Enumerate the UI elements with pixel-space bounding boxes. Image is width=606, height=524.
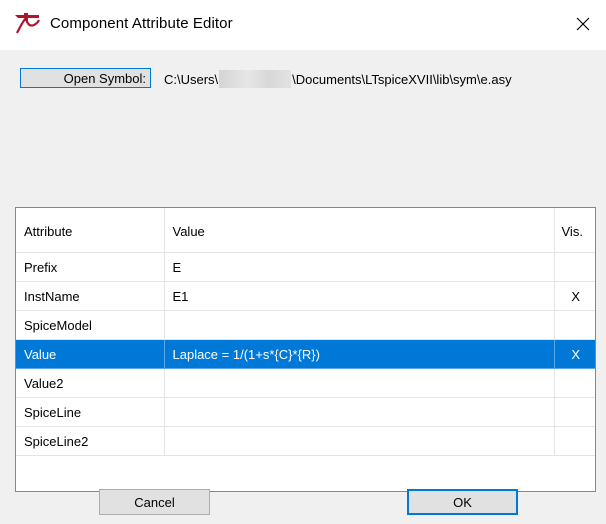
- attribute-cell[interactable]: Prefix: [16, 252, 165, 282]
- table-row[interactable]: SpiceLine: [16, 397, 595, 427]
- attribute-table: Attribute Value Vis. Prefix E InstName E…: [16, 208, 595, 456]
- value-cell[interactable]: [164, 397, 555, 427]
- attribute-cell[interactable]: SpiceModel: [16, 310, 165, 340]
- value-cell[interactable]: Laplace = 1/(1+s*{C}*{R}): [164, 339, 555, 369]
- column-header-vis[interactable]: Vis.: [554, 208, 595, 253]
- table-row[interactable]: SpiceLine2: [16, 426, 595, 456]
- symbol-path-prefix: C:\Users\: [164, 71, 219, 87]
- vis-cell[interactable]: [554, 397, 595, 427]
- cancel-button[interactable]: Cancel: [99, 489, 210, 515]
- table-row[interactable]: Value2: [16, 368, 595, 398]
- table-row-selected[interactable]: Value Laplace = 1/(1+s*{C}*{R}) X: [16, 339, 595, 369]
- value-cell[interactable]: [164, 426, 555, 456]
- grid-header-row: Attribute Value Vis.: [16, 208, 595, 253]
- value-cell[interactable]: [164, 368, 555, 398]
- window-title: Component Attribute Editor: [50, 15, 233, 32]
- vis-cell[interactable]: [554, 252, 595, 282]
- column-header-value[interactable]: Value: [164, 208, 555, 253]
- value-cell[interactable]: E: [164, 252, 555, 282]
- symbol-path-suffix: \Documents\LTspiceXVII\lib\sym\e.asy: [292, 71, 512, 87]
- attribute-cell[interactable]: SpiceLine2: [16, 426, 165, 456]
- attribute-cell[interactable]: SpiceLine: [16, 397, 165, 427]
- table-row[interactable]: InstName E1 X: [16, 281, 595, 311]
- ok-button[interactable]: OK: [407, 489, 518, 515]
- column-header-attribute[interactable]: Attribute: [16, 208, 165, 253]
- table-row[interactable]: Prefix E: [16, 252, 595, 282]
- vis-cell[interactable]: [554, 368, 595, 398]
- title-bar: Component Attribute Editor: [0, 0, 606, 50]
- attribute-cell[interactable]: Value2: [16, 368, 165, 398]
- vis-cell[interactable]: [554, 426, 595, 456]
- vis-cell[interactable]: [554, 310, 595, 340]
- value-cell[interactable]: [164, 310, 555, 340]
- value-cell[interactable]: E1: [164, 281, 555, 311]
- symbol-path: C:\Users\ \Documents\LTspiceXVII\lib\sym…: [164, 70, 512, 88]
- vis-cell[interactable]: X: [554, 281, 595, 311]
- vis-cell[interactable]: X: [554, 339, 595, 369]
- open-symbol-button[interactable]: Open Symbol:: [20, 68, 151, 88]
- attribute-grid[interactable]: Attribute Value Vis. Prefix E InstName E…: [15, 207, 596, 492]
- attribute-cell[interactable]: Value: [16, 339, 165, 369]
- dialog-client-area: Open Symbol: C:\Users\ \Documents\LTspic…: [0, 50, 606, 524]
- ltspice-app-icon: [14, 12, 40, 34]
- close-button[interactable]: [568, 10, 598, 40]
- redacted-username: [219, 70, 292, 88]
- component-attribute-editor-window: Component Attribute Editor Open Symbol: …: [0, 0, 606, 524]
- table-row[interactable]: SpiceModel: [16, 310, 595, 340]
- attribute-cell[interactable]: InstName: [16, 281, 165, 311]
- close-icon: [576, 17, 590, 34]
